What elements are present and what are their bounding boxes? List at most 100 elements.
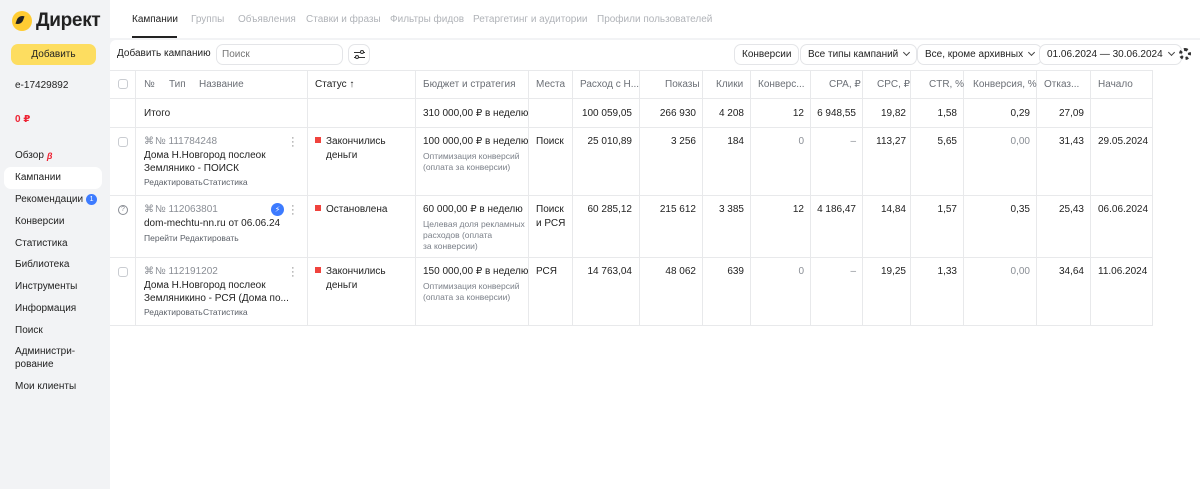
header-places[interactable]: Места (536, 79, 565, 90)
campaign-type-icon: ⌘ (144, 266, 154, 277)
budget[interactable]: 60 000,00 ₽ в неделю (423, 204, 523, 215)
total-conversion-rate: 0,29 (1010, 108, 1030, 119)
tab-user-profiles[interactable]: Профили пользователей (597, 14, 712, 25)
campaign-name[interactable]: dom-mechtu-nn.ru от 06.06.24 (144, 218, 280, 229)
status-badge: Закончились (315, 136, 386, 147)
search-input[interactable] (216, 44, 343, 65)
account-login[interactable]: e-17429892 (15, 80, 68, 91)
conversions-button[interactable]: Конверсии (734, 44, 800, 65)
header-bounce[interactable]: Отказ... (1044, 79, 1079, 90)
tab-groups[interactable]: Группы (191, 14, 224, 25)
tab-feed-filters[interactable]: Фильтры фидов (390, 14, 464, 25)
sidebar-item-information[interactable]: Информация (4, 298, 102, 320)
add-campaign-button[interactable]: Добавить кампанию (110, 44, 218, 65)
select-all-checkbox[interactable] (118, 79, 128, 89)
sidebar-item-administration[interactable]: Администри- рование (4, 341, 102, 375)
header-status[interactable]: Статус ↑ (315, 79, 354, 90)
campaign-id[interactable]: № 112063801 (155, 204, 218, 215)
start-date: 11.06.2024 (1098, 266, 1148, 277)
campaign-id[interactable]: № 111784248 (155, 136, 217, 147)
header-ctr[interactable]: CTR, % (929, 79, 964, 90)
total-ctr: 1,58 (937, 108, 957, 119)
sidebar-item-my-clients[interactable]: Мои клиенты (4, 375, 102, 397)
date-range-select[interactable]: 01.06.2024 — 30.06.2024 (1039, 44, 1182, 65)
strategy-line2: (оплата за конверсии) (423, 292, 511, 302)
help-icon[interactable]: ? (118, 205, 128, 215)
spend: 25 010,89 (587, 136, 633, 147)
sidebar-item-campaigns[interactable]: Кампании (4, 166, 102, 189)
sidebar-item-statistics[interactable]: Статистика (4, 232, 102, 254)
places-line2: и РСЯ (536, 218, 566, 229)
tab-bids-and-phrases[interactable]: Ставки и фразы (306, 14, 381, 25)
header-conversions[interactable]: Конверс... (758, 79, 805, 90)
header-cpc[interactable]: CPC, ₽ (877, 79, 910, 90)
header-start[interactable]: Начало (1098, 79, 1133, 90)
tab-ads[interactable]: Объявления (238, 14, 296, 25)
tab-retargeting[interactable]: Ретаргетинг и аудитории (473, 14, 588, 25)
statistics-link[interactable]: Статистика (203, 307, 248, 317)
header-clicks[interactable]: Клики (716, 79, 743, 90)
campaign-name[interactable]: Дома Н.Новгород послеок (144, 150, 266, 161)
campaign-name-line2[interactable]: Землянико - ПОИСК (144, 163, 239, 174)
sidebar-item-overview[interactable]: Обзор β (4, 145, 102, 167)
header-budget[interactable]: Бюджет и стратегия (423, 79, 515, 90)
budget[interactable]: 150 000,00 ₽ в неделю (423, 266, 528, 277)
total-bounce: 27,09 (1058, 108, 1084, 119)
conversions: 12 (792, 204, 804, 215)
ctr: 1,33 (937, 266, 957, 277)
archive-filter-select[interactable]: Все, кроме архивных (917, 44, 1043, 65)
more-menu-icon[interactable]: · · · (291, 201, 295, 220)
status-stopped-icon (315, 205, 321, 211)
edit-link[interactable]: Редактировать (144, 177, 203, 187)
bounce: 25,43 (1058, 204, 1084, 215)
strategy-line3: за конверсии) (423, 241, 478, 251)
autotargeting-bolt-icon[interactable]: ⚡ (271, 203, 284, 216)
direct-logo[interactable]: Директ (12, 10, 101, 32)
go-link[interactable]: Перейти (144, 233, 178, 243)
sidebar-item-library[interactable]: Библиотека (4, 254, 102, 276)
more-menu-icon[interactable]: · · · (291, 133, 295, 152)
cpa: 4 186,47 (817, 204, 856, 215)
header-num[interactable]: № (144, 79, 155, 90)
tab-campaigns[interactable]: Кампании (132, 14, 178, 25)
sidebar-item-label: Обзор (15, 150, 44, 162)
header-spend[interactable]: Расход с Н... (580, 79, 639, 90)
start-date: 06.06.2024 (1098, 204, 1149, 215)
campaign-types-label: Все типы кампаний (808, 49, 899, 60)
campaign-name[interactable]: Дома Н.Новгород послеок (144, 280, 266, 291)
chevron-down-icon (1167, 48, 1175, 57)
header-name[interactable]: Название (199, 79, 244, 90)
bounce: 31,43 (1058, 136, 1084, 147)
total-impressions: 266 930 (659, 108, 696, 119)
strategy-line1: Оптимизация конверсий (423, 281, 520, 291)
archive-filter-label: Все, кроме архивных (925, 49, 1024, 60)
campaigns-panel: Добавить кампанию Конверсии Все типы кам… (110, 40, 1200, 489)
edit-link[interactable]: Редактировать (180, 233, 239, 243)
add-button[interactable]: Добавить (11, 44, 96, 65)
sidebar-item-conversions[interactable]: Конверсии (4, 210, 102, 232)
sidebar-item-label: Конверсии (15, 215, 65, 227)
header-conversion-rate[interactable]: Конверсия, % (973, 79, 1037, 90)
header-impressions[interactable]: Показы (665, 79, 700, 90)
more-menu-icon[interactable]: · · · (291, 263, 295, 282)
budget[interactable]: 100 000,00 ₽ в неделю (423, 136, 528, 147)
header-type[interactable]: Тип (169, 79, 186, 90)
filter-settings-icon[interactable] (348, 44, 370, 65)
spend: 60 285,12 (587, 204, 633, 215)
campaign-types-select[interactable]: Все типы кампаний (800, 44, 918, 65)
campaign-id[interactable]: № 112191202 (155, 266, 218, 277)
gear-icon[interactable] (1179, 48, 1191, 60)
sidebar-item-search[interactable]: Поиск (4, 319, 102, 341)
statistics-link[interactable]: Статистика (203, 177, 248, 187)
places: Поиск (536, 204, 564, 215)
edit-link[interactable]: Редактировать (144, 307, 203, 317)
campaign-name-line2[interactable]: Земляникино - РСЯ (Дома по... (144, 293, 289, 304)
total-conversions: 12 (792, 108, 804, 119)
row-checkbox[interactable] (118, 137, 128, 147)
header-cpa[interactable]: CPA, ₽ (829, 79, 861, 90)
campaign-type-icon: ⌘ (144, 136, 154, 147)
clicks: 639 (727, 266, 744, 277)
row-checkbox[interactable] (118, 267, 128, 277)
sidebar-item-tools[interactable]: Инструменты (4, 276, 102, 298)
sidebar-item-recommendations[interactable]: Рекомендации 1 (4, 189, 102, 211)
